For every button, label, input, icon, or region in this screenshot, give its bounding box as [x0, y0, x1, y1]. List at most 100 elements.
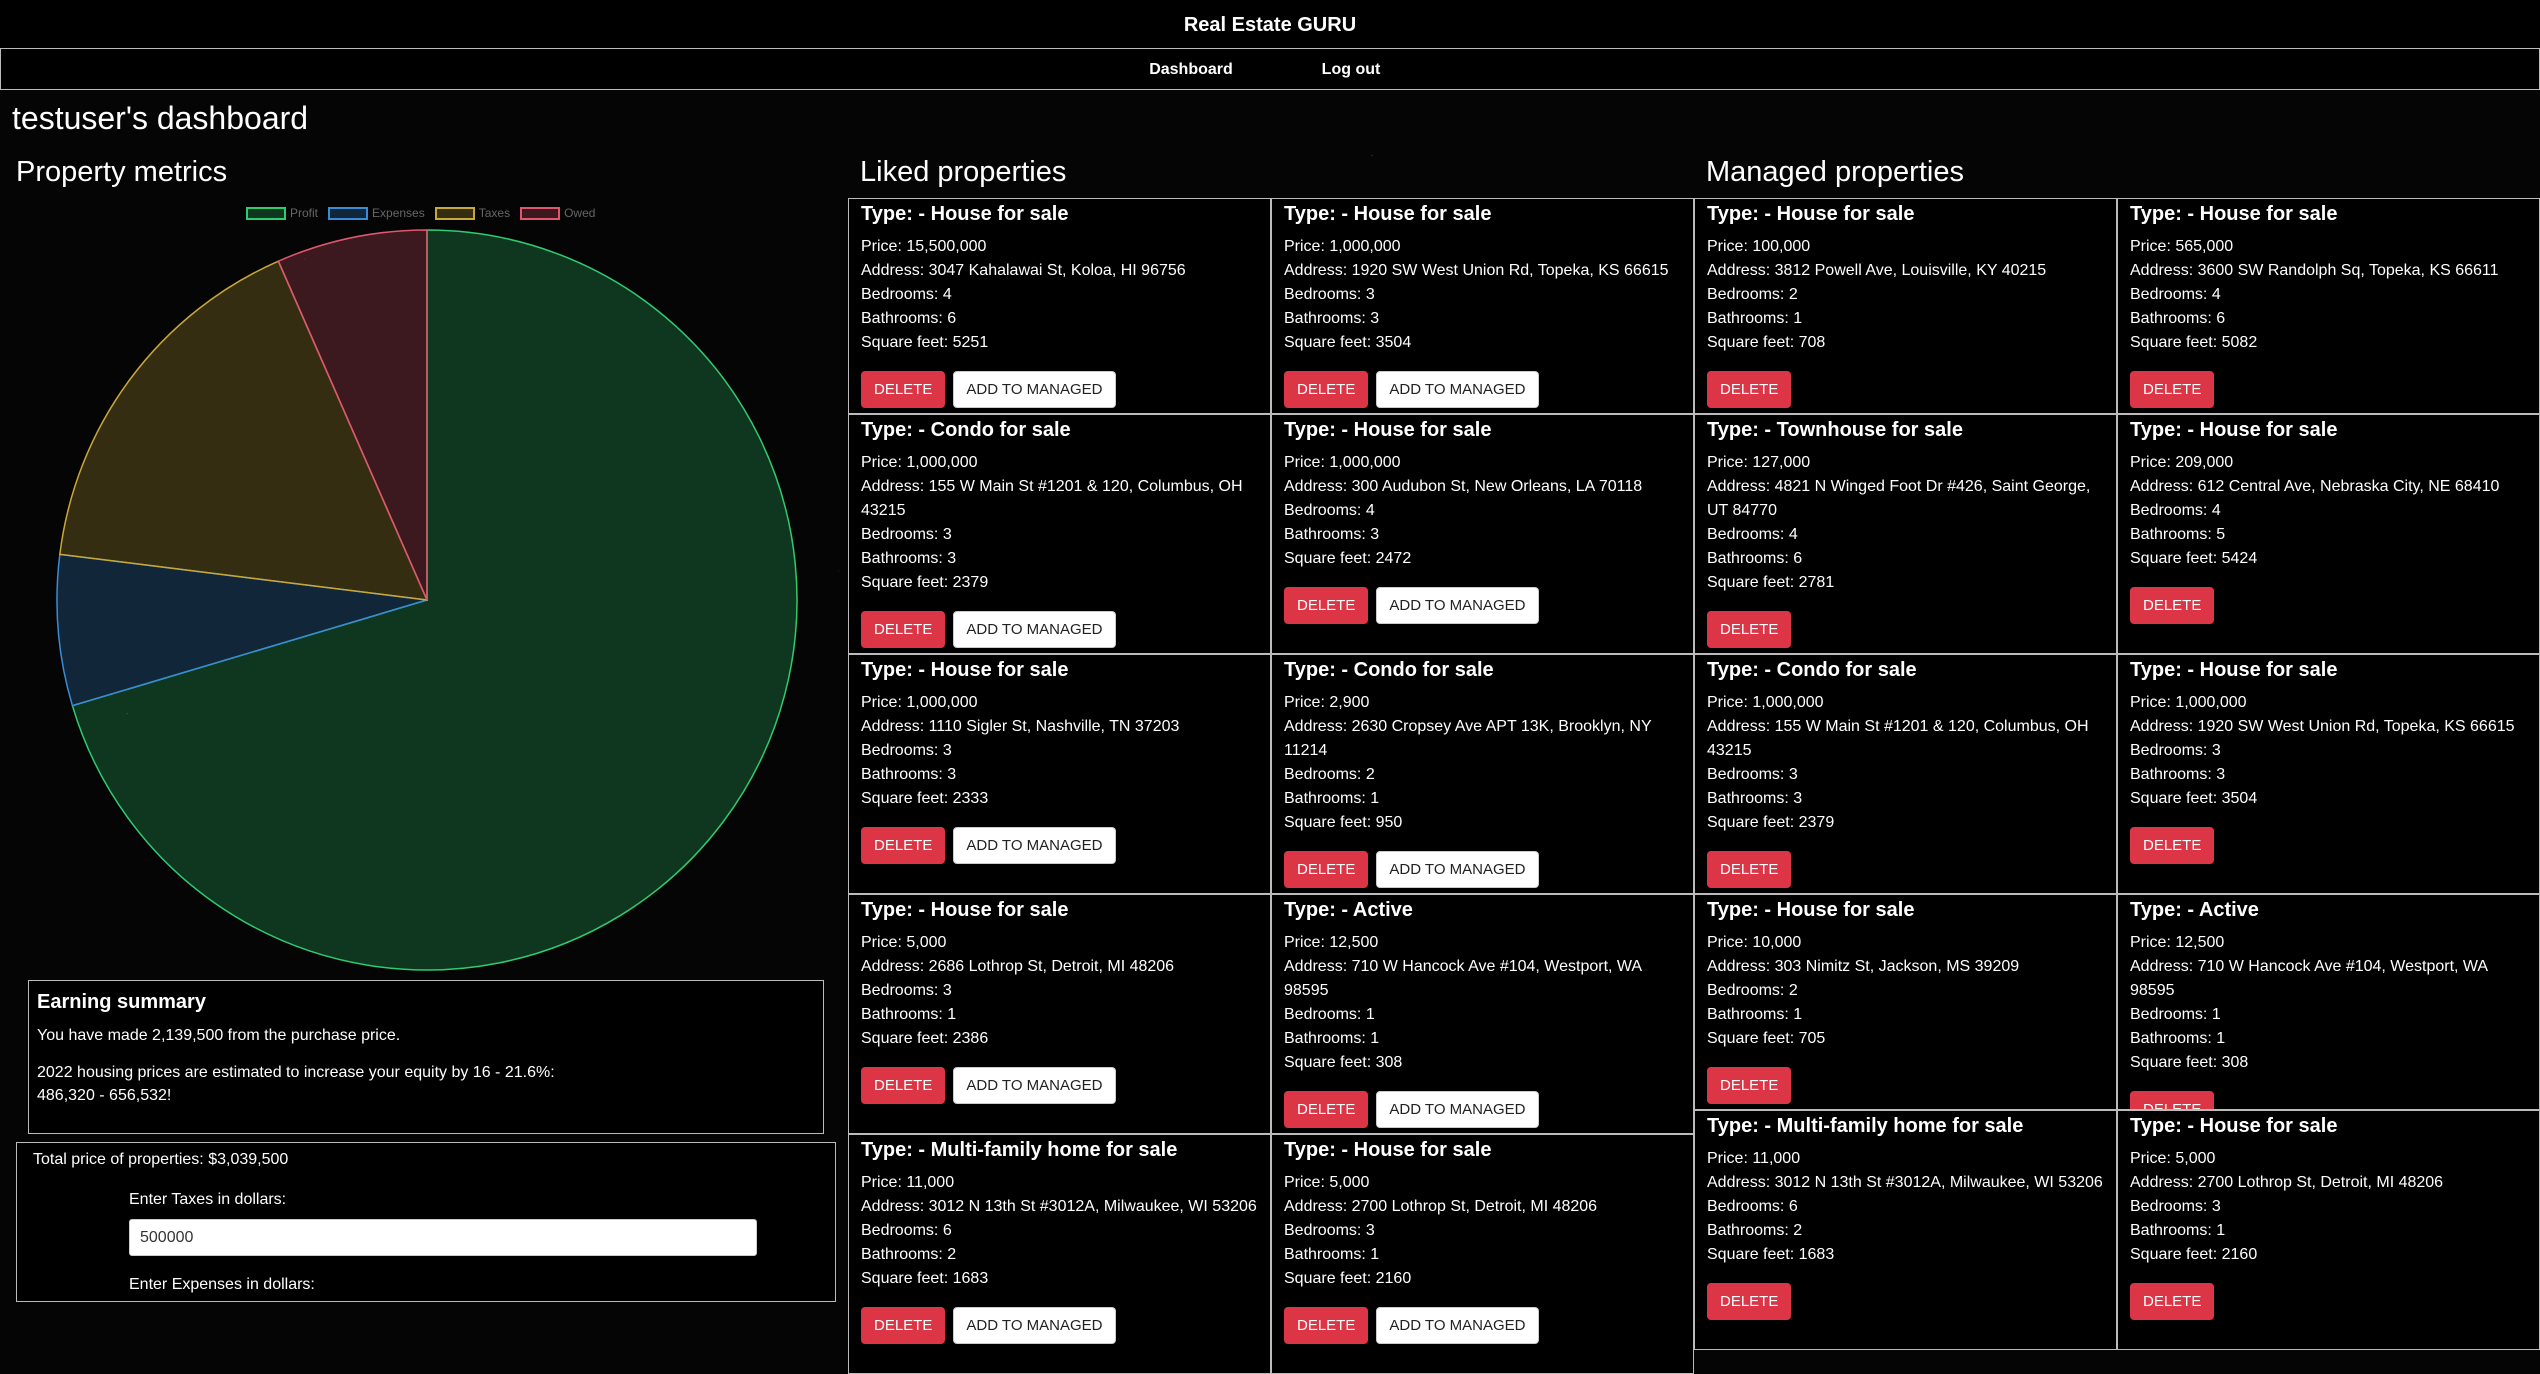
property-type: Type: - Active: [2130, 899, 2259, 921]
property-sqft: Square feet: 2386: [861, 1030, 989, 1047]
property-bedrooms: Bedrooms: 4: [2130, 286, 2221, 303]
property-type: Type: - Multi-family home for sale: [1707, 1115, 2024, 1137]
property-sqft: Square feet: 2160: [1284, 1270, 1412, 1287]
property-card: Type: - Townhouse for sale Price: 127,000…: [1694, 414, 2117, 654]
delete-button[interactable]: DELETE: [861, 827, 946, 864]
legend-item[interactable]: Profit: [246, 206, 318, 220]
property-address: Address: 3600 SW Randolph Sq, Topeka, KS…: [2130, 262, 2499, 279]
delete-button[interactable]: DELETE: [1284, 1307, 1369, 1344]
property-bedrooms: Bedrooms: 4: [1707, 526, 1798, 543]
legend-item[interactable]: Taxes: [434, 206, 510, 220]
delete-button[interactable]: DELETE: [1707, 1283, 1792, 1320]
property-bedrooms: Bedrooms: 3: [861, 742, 952, 759]
legend-label: Owed: [564, 206, 596, 220]
add-to-managed-button[interactable]: ADD TO MANAGED: [953, 611, 1116, 648]
property-sqft: Square feet: 1683: [1707, 1246, 1835, 1263]
property-bathrooms: Bathrooms: 1: [2130, 1222, 2226, 1239]
property-address: Address: 3012 N 13th St #3012A, Milwauke…: [861, 1198, 1257, 1215]
add-to-managed-button[interactable]: ADD TO MANAGED: [1376, 1307, 1539, 1344]
delete-button[interactable]: DELETE: [2130, 827, 2215, 864]
add-to-managed-button[interactable]: ADD TO MANAGED: [1376, 1091, 1539, 1128]
property-type: Type: - Condo for sale: [1707, 659, 1917, 681]
delete-button[interactable]: DELETE: [1284, 371, 1369, 408]
property-card: Type: - Multi-family home for sale Price:…: [1694, 1110, 2117, 1350]
delete-button[interactable]: DELETE: [1707, 371, 1792, 408]
property-sqft: Square feet: 2472: [1284, 550, 1412, 567]
legend-item[interactable]: Owed: [520, 206, 595, 220]
property-bedrooms: Bedrooms: 6: [861, 1222, 952, 1239]
taxes-input[interactable]: [129, 1219, 757, 1256]
add-to-managed-button[interactable]: ADD TO MANAGED: [953, 827, 1116, 864]
dashboard-title: testuser's dashboard: [12, 100, 309, 136]
property-address: Address: 303 Nimitz St, Jackson, MS 3920…: [1707, 958, 2020, 975]
property-price: Price: 15,500,000: [861, 238, 987, 255]
delete-button[interactable]: DELETE: [1707, 1067, 1792, 1104]
property-bathrooms: Bathrooms: 3: [1284, 310, 1380, 327]
property-bedrooms: Bedrooms: 2: [1707, 286, 1798, 303]
property-sqft: Square feet: 950: [1284, 814, 1403, 831]
nav-logout-link[interactable]: Log out: [1281, 49, 1421, 91]
delete-button[interactable]: DELETE: [1284, 587, 1369, 624]
property-price: Price: 2,900: [1284, 694, 1370, 711]
property-sqft: Square feet: 705: [1707, 1030, 1826, 1047]
earning-summary-panel: Earning summary You have made 2,139,500 …: [28, 980, 824, 1134]
nav-dashboard-link[interactable]: Dashboard: [1121, 49, 1261, 91]
property-address: Address: 1110 Sigler St, Nashville, TN 3…: [861, 718, 1180, 735]
property-price: Price: 11,000: [1707, 1150, 1801, 1167]
delete-button[interactable]: DELETE: [861, 611, 946, 648]
property-bathrooms: Bathrooms: 2: [861, 1246, 957, 1263]
property-sqft: Square feet: 2379: [1707, 814, 1835, 831]
property-card: Type: - House for sale Price: 209,000 Addr…: [2117, 414, 2540, 654]
property-address: Address: 4821 N Winged Foot Dr #426, Sai…: [1707, 478, 2091, 519]
delete-button[interactable]: DELETE: [861, 1067, 946, 1104]
app-title: Real Estate GURU: [1183, 14, 1357, 36]
property-bedrooms: Bedrooms: 4: [861, 286, 952, 303]
delete-button[interactable]: DELETE: [1284, 1091, 1369, 1128]
property-sqft: Square feet: 5424: [2130, 550, 2258, 567]
property-price: Price: 1,000,000: [2130, 694, 2247, 711]
property-price: Price: 5,000: [1284, 1174, 1370, 1191]
property-sqft: Square feet: 308: [2130, 1054, 2249, 1071]
delete-button[interactable]: DELETE: [861, 1307, 946, 1344]
property-address: Address: 2630 Cropsey Ave APT 13K, Brook…: [1284, 718, 1652, 759]
property-bedrooms: Bedrooms: 3: [2130, 742, 2221, 759]
property-address: Address: 1920 SW West Union Rd, Topeka, …: [1284, 262, 1669, 279]
property-type: Type: - House for sale: [1284, 419, 1492, 441]
legend-item[interactable]: Expenses: [328, 206, 425, 220]
delete-button[interactable]: DELETE: [1707, 851, 1792, 888]
delete-button[interactable]: DELETE: [2130, 587, 2215, 624]
property-address: Address: 3812 Powell Ave, Louisville, KY…: [1707, 262, 2047, 279]
delete-button[interactable]: DELETE: [1707, 611, 1792, 648]
add-to-managed-button[interactable]: ADD TO MANAGED: [1376, 371, 1539, 408]
add-to-managed-button[interactable]: ADD TO MANAGED: [953, 1307, 1116, 1344]
liked-title: Liked properties: [860, 156, 1067, 188]
property-address: Address: 155 W Main St #1201 & 120, Colu…: [861, 478, 1243, 519]
delete-button[interactable]: DELETE: [2130, 1091, 2215, 1109]
legend-swatch: [246, 206, 286, 220]
property-bedrooms: Bedrooms: 3: [1284, 286, 1375, 303]
delete-button[interactable]: DELETE: [1284, 851, 1369, 888]
property-address: Address: 3012 N 13th St #3012A, Milwauke…: [1707, 1174, 2103, 1191]
add-to-managed-button[interactable]: ADD TO MANAGED: [953, 1067, 1116, 1104]
property-price: Price: 12,500: [1284, 934, 1379, 951]
property-type: Type: - Multi-family home for sale: [861, 1139, 1178, 1161]
property-sqft: Square feet: 5251: [861, 334, 989, 351]
add-to-managed-button[interactable]: ADD TO MANAGED: [1376, 851, 1539, 888]
property-address: Address: 2700 Lothrop St, Detroit, MI 48…: [1284, 1198, 1598, 1215]
add-to-managed-button[interactable]: ADD TO MANAGED: [953, 371, 1116, 408]
property-type: Type: - Active: [1284, 899, 1413, 921]
delete-button[interactable]: DELETE: [861, 371, 946, 408]
property-card: Type: - House for sale Price: 1,000,000 Ad…: [2117, 654, 2540, 894]
property-address: Address: 710 W Hancock Ave #104, Westpor…: [1284, 958, 1642, 999]
delete-button[interactable]: DELETE: [2130, 371, 2215, 408]
property-sqft: Square feet: 2781: [1707, 574, 1835, 591]
property-card: Type: - House for sale Price: 5,000 Addres…: [848, 894, 1271, 1134]
legend-label: Profit: [290, 206, 319, 220]
property-type: Type: - Condo for sale: [1284, 659, 1494, 681]
legend-swatch: [520, 206, 561, 220]
add-to-managed-button[interactable]: ADD TO MANAGED: [1376, 587, 1539, 624]
app-header: Real Estate GURU: [0, 0, 2540, 48]
property-bathrooms: Bathrooms: 3: [861, 766, 957, 783]
taxes-label: Enter Taxes in dollars:: [129, 1191, 287, 1208]
delete-button[interactable]: DELETE: [2130, 1283, 2215, 1320]
